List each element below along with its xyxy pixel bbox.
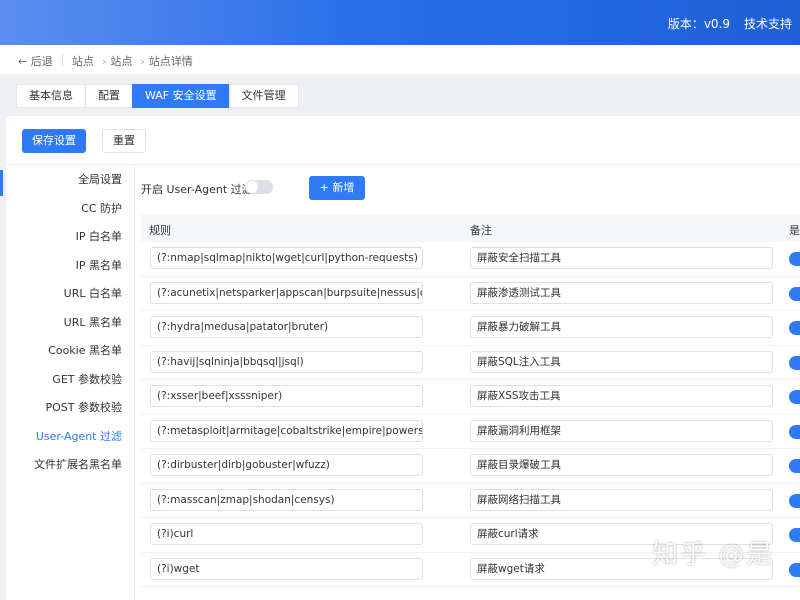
column-header-enabled: 是 [789,224,800,237]
chevron-right-icon: › [140,55,145,68]
rule-input[interactable]: (?:havij|sqlninja|bbqsql|jsql) [150,350,423,373]
action-bar: 保存设置 重置 [22,129,146,153]
rule-enabled-switch[interactable] [789,493,800,508]
tab-basic-info[interactable]: 基本信息 [16,84,86,108]
rule-input[interactable]: (?:dirbuster|dirb|gobuster|wfuzz) [150,454,423,476]
table-row: (?:xsser|beef|xsssniper) 屏蔽XSS攻击工具 [141,380,800,415]
nav-item-url-blacklist[interactable]: URL 黑名单 [6,309,134,338]
column-header-rule: 规则 [149,224,171,237]
note-input[interactable]: 屏蔽渗透测试工具 [470,281,773,304]
back-button[interactable]: ← 后退 [18,53,53,69]
note-input[interactable]: 屏蔽暴力破解工具 [470,316,773,338]
version-label: 版本：v0.9 [667,17,730,31]
rule-enabled-switch[interactable] [789,424,800,439]
column-header-note: 备注 [470,224,492,237]
rule-input[interactable]: (?:acunetix|netsparker|appscan|burpsuite… [150,281,423,304]
nav-item-get-param-check[interactable]: GET 参数校验 [6,366,134,395]
breadcrumb-item-site[interactable]: 站点 [72,55,94,68]
rule-input[interactable]: (?:xsser|beef|xsssniper) [150,385,423,407]
note-input[interactable]: 屏蔽目录爆破工具 [470,454,773,476]
rule-input[interactable]: (?i)wget [150,557,423,580]
table-row: (?:nmap|sqlmap|nikto|wget|curl|python-re… [141,242,800,277]
nav-item-global-settings[interactable]: 全局设置 [6,166,134,195]
table-row: (?:masscan|zmap|shodan|censys) 屏蔽网络扫描工具 [141,484,800,518]
chevron-right-icon: › [102,55,107,68]
tab-bar: 基本信息 配置 WAF 安全设置 文件管理 [16,84,299,108]
table-row: (?:dirbuster|dirb|gobuster|wfuzz) 屏蔽目录爆破工… [141,449,800,484]
table-row: (?:metasploit|armitage|cobaltstrike|empi… [141,415,800,449]
rule-input[interactable]: (?:nmap|sqlmap|nikto|wget|curl|python-re… [150,247,423,269]
nav-divider [134,166,135,600]
note-input[interactable]: 屏蔽XSS攻击工具 [470,385,773,407]
support-link[interactable]: 技术支持 [744,15,792,32]
rule-input[interactable]: (?:masscan|zmap|shodan|censys) [150,488,423,511]
nav-item-post-param-check[interactable]: POST 参数校验 [6,394,134,423]
tab-config[interactable]: 配置 [85,84,133,108]
nav-item-user-agent-filter[interactable]: User-Agent 过滤 [6,423,134,452]
note-input[interactable]: 屏蔽安全扫描工具 [470,247,773,269]
note-input[interactable]: 屏蔽漏洞利用框架 [470,419,773,442]
add-rule-button[interactable]: + 新增 [309,176,365,200]
switch-knob [246,181,258,193]
breadcrumb-divider [62,54,63,66]
filter-toolbar: 开启 User-Agent 过滤 + 新增 [141,176,791,200]
tab-waf-settings[interactable]: WAF 安全设置 [132,84,230,108]
rule-enabled-switch[interactable] [789,252,800,266]
waf-side-nav: 全局设置 CC 防护 IP 白名单 IP 黑名单 URL 白名单 URL 黑名单… [6,166,134,480]
reset-button[interactable]: 重置 [102,129,146,153]
nav-item-file-ext-blacklist[interactable]: 文件扩展名黑名单 [6,451,134,480]
note-input[interactable]: 屏蔽SQL注入工具 [470,350,773,373]
rule-enabled-switch[interactable] [789,321,800,335]
nav-item-ip-blacklist[interactable]: IP 黑名单 [6,252,134,281]
table-header: 规则 备注 是 [141,214,800,242]
breadcrumb-item-site-2[interactable]: 站点 [110,55,132,68]
rule-enabled-switch[interactable] [789,355,800,370]
watermark: 知乎 @是 [652,540,775,570]
breadcrumb: ← 后退 站点 › 站点 › 站点详情 [0,45,800,75]
ua-filter-switch[interactable] [245,180,273,194]
rule-enabled-switch[interactable] [789,390,800,404]
table-row: (?:havij|sqlninja|bbqsql|jsql) 屏蔽SQL注入工具 [141,346,800,380]
table-row: (?:acunetix|netsparker|appscan|burpsuite… [141,277,800,311]
nav-item-ip-whitelist[interactable]: IP 白名单 [6,223,134,252]
tab-file-management[interactable]: 文件管理 [228,84,299,108]
breadcrumb-item-site-detail: 站点详情 [148,55,193,68]
ua-filter-toggle-label: 开启 User-Agent 过滤 [141,183,253,196]
nav-item-url-whitelist[interactable]: URL 白名单 [6,280,134,309]
top-bar: 版本：v0.9 技术支持 [0,0,800,45]
rule-input[interactable]: (?:hydra|medusa|patator|bruter) [150,316,423,338]
table-row: (?:hydra|medusa|patator|bruter) 屏蔽暴力破解工具 [141,311,800,346]
rule-enabled-switch[interactable] [789,459,800,473]
save-settings-button[interactable]: 保存设置 [22,129,86,153]
nav-item-cookie-blacklist[interactable]: Cookie 黑名单 [6,337,134,366]
nav-item-cc-protection[interactable]: CC 防护 [6,195,134,224]
rules-table: 规则 备注 是 (?:nmap|sqlmap|nikto|wget|curl|p… [141,214,800,587]
nav-scroll-indicator [0,170,3,196]
rule-enabled-switch[interactable] [789,286,800,301]
rule-input[interactable]: (?i)curl [150,523,423,545]
rule-input[interactable]: (?:metasploit|armitage|cobaltstrike|empi… [150,419,423,442]
divider [6,164,800,165]
note-input[interactable]: 屏蔽网络扫描工具 [470,488,773,511]
